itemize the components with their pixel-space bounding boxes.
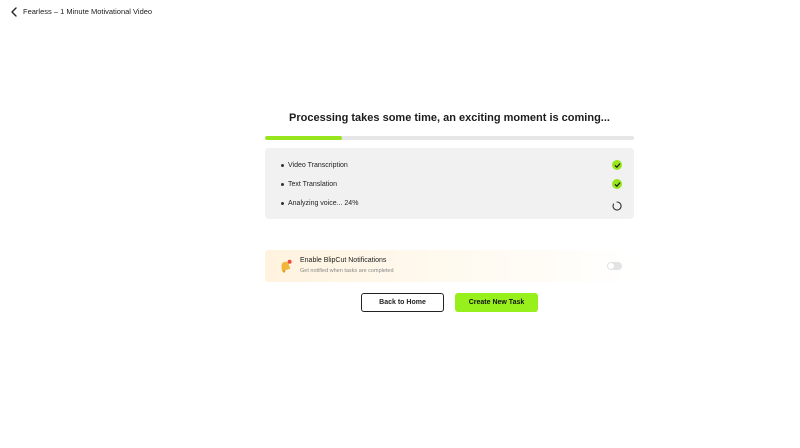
checkmark-icon [612,179,622,189]
chevron-left-icon [11,7,17,17]
notification-card: Enable BlipCut Notifications Get notifie… [265,250,634,282]
step-status [612,160,622,170]
top-bar: Fearless – 1 Minute Motivational Video [0,0,800,24]
back-button[interactable] [8,5,20,19]
step-analyzing-voice: Analyzing voice... 24% [281,195,622,211]
step-status [612,198,622,211]
notification-title: Enable BlipCut Notifications [300,257,387,264]
notifications-toggle[interactable] [607,262,622,270]
progress-bar-fill [265,136,343,140]
bullet-dot [281,163,284,167]
step-label: Analyzing voice... 24% [288,199,359,207]
notification-subtitle: Get notified when tasks are completed [300,268,394,274]
bell-icon [281,259,292,273]
bullet-dot [281,201,284,205]
create-new-task-button[interactable]: Create New Task [455,293,538,312]
step-video-transcription: Video Transcription [281,157,622,173]
page-title: Fearless – 1 Minute Motivational Video [23,7,153,16]
checkmark-icon [612,160,622,170]
bullet-dot [281,182,284,186]
steps-panel: Video Transcription Text Translation Ana… [265,148,634,219]
step-label: Video Transcription [288,161,348,169]
toggle-knob [608,263,614,269]
step-label: Text Translation [288,180,338,188]
step-text-translation: Text Translation [281,176,622,192]
loading-spinner-icon [612,201,622,211]
processing-headline: Processing takes some time, an exciting … [289,112,610,124]
progress-bar [265,136,634,140]
step-status [612,179,622,189]
back-to-home-button[interactable]: Back to Home [361,293,444,312]
